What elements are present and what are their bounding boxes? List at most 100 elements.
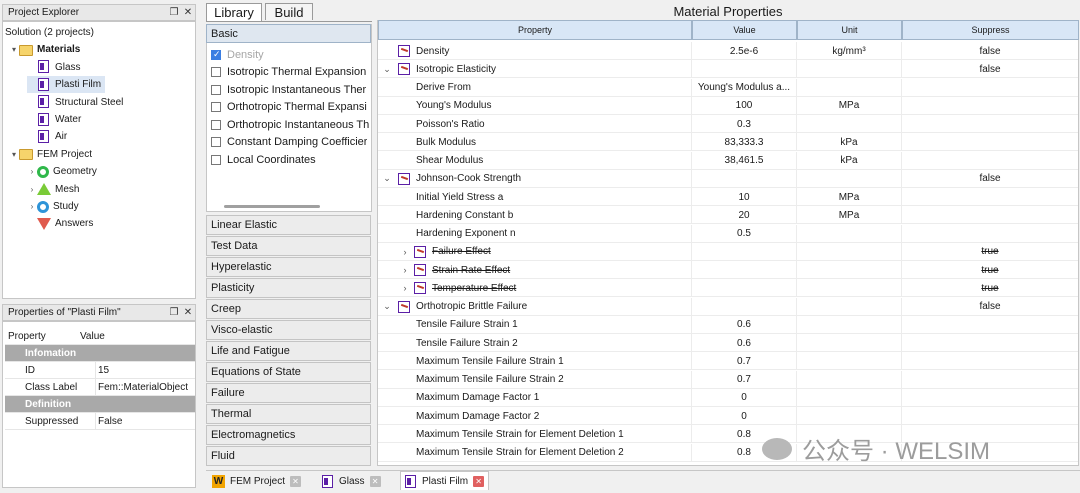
material-property-row[interactable]: Density 2.5e-6 kg/mm³ false <box>378 42 1078 60</box>
cell-value[interactable]: 0.6 <box>692 315 797 334</box>
cell-suppress[interactable] <box>902 188 1078 206</box>
cell-unit[interactable]: kPa <box>797 133 902 152</box>
col-header-suppress[interactable]: Suppress <box>902 20 1079 40</box>
property-row[interactable]: Class Label Fem::MaterialObject <box>5 379 195 396</box>
category-button[interactable]: Electromagnetics <box>206 425 371 445</box>
cell-unit[interactable] <box>797 60 902 79</box>
cell-value[interactable]: 0.3 <box>692 115 797 133</box>
cell-value[interactable]: Young's Modulus a... <box>692 78 797 97</box>
cell-unit[interactable]: MPa <box>797 188 902 206</box>
chevron-right-icon[interactable]: › <box>398 265 412 275</box>
material-property-row[interactable]: › Strain Rate Effect true <box>378 261 1078 279</box>
document-tab[interactable]: W FEM Project ✕ <box>212 472 302 490</box>
cell-value[interactable] <box>692 261 797 279</box>
checkbox-icon[interactable] <box>211 137 221 147</box>
cell-suppress[interactable] <box>902 225 1078 243</box>
cell-suppress[interactable] <box>902 79 1078 97</box>
cell-value[interactable]: 0 <box>692 388 797 407</box>
material-property-row[interactable]: Tensile Failure Strain 2 0.6 <box>378 334 1078 352</box>
chevron-right-icon[interactable]: › <box>398 247 412 257</box>
basic-property-checkbox[interactable]: Isotropic Thermal Expansion <box>211 64 366 81</box>
material-property-row[interactable]: Maximum Tensile Failure Strain 1 0.7 <box>378 352 1078 371</box>
tab-library[interactable]: Library <box>206 3 262 21</box>
basic-property-checkbox[interactable]: Orthotropic Instantaneous Th <box>211 116 369 133</box>
cell-unit[interactable]: MPa <box>797 206 902 225</box>
cell-suppress[interactable]: true <box>902 261 1078 279</box>
basic-property-checkbox[interactable]: Orthotropic Thermal Expansi <box>211 99 367 116</box>
tree-item[interactable]: ▾ Materials <box>9 41 80 58</box>
cell-value[interactable]: 0.7 <box>692 352 797 371</box>
material-property-row[interactable]: Maximum Damage Factor 1 0 <box>378 388 1078 407</box>
checkbox-checked-icon[interactable] <box>211 49 221 60</box>
cell-unit[interactable] <box>797 242 902 261</box>
cell-unit[interactable] <box>797 279 902 298</box>
cell-unit[interactable] <box>797 388 902 407</box>
cell-suppress[interactable] <box>902 115 1078 133</box>
cell-suppress[interactable]: false <box>902 170 1078 188</box>
cell-suppress[interactable] <box>902 97 1078 115</box>
cell-unit[interactable] <box>797 334 902 352</box>
cell-unit[interactable] <box>797 224 902 243</box>
cell-suppress[interactable]: false <box>902 60 1078 78</box>
cell-suppress[interactable] <box>902 152 1078 170</box>
cell-value[interactable]: 0.6 <box>692 334 797 352</box>
chevron-down-icon[interactable]: ⌄ <box>380 64 394 75</box>
category-button[interactable]: Thermal <box>206 404 371 424</box>
cell-suppress[interactable] <box>902 371 1078 389</box>
material-property-row[interactable]: Maximum Tensile Failure Strain 2 0.7 <box>378 370 1078 389</box>
checkbox-icon[interactable] <box>211 154 221 165</box>
category-button[interactable]: Failure <box>206 383 371 403</box>
chevron-down-icon[interactable]: ▾ <box>9 45 19 54</box>
tree-item[interactable]: ▾ FEM Project <box>9 146 92 163</box>
chevron-right-icon[interactable]: › <box>27 167 37 176</box>
material-property-row[interactable]: Shear Modulus 38,461.5 kPa <box>378 151 1078 170</box>
material-property-row[interactable]: › Temperature Effect true <box>378 279 1078 298</box>
col-header-property[interactable]: Property <box>378 20 692 40</box>
cell-unit[interactable] <box>797 169 902 188</box>
tree-item[interactable]: › Mesh <box>27 181 79 198</box>
cell-value[interactable]: 0 <box>692 407 797 425</box>
cell-value[interactable] <box>692 169 797 188</box>
material-property-row[interactable]: Poisson's Ratio 0.3 <box>378 115 1078 133</box>
cell-suppress[interactable]: true <box>902 243 1078 261</box>
category-button[interactable]: Fluid <box>206 446 371 466</box>
cell-unit[interactable]: MPa <box>797 96 902 115</box>
tree-item[interactable]: Structural Steel <box>27 94 123 111</box>
basic-property-checkbox[interactable]: Isotropic Instantaneous Ther <box>211 81 366 98</box>
basic-header[interactable]: Basic <box>206 24 371 43</box>
material-property-row[interactable]: ⌄ Isotropic Elasticity false <box>378 60 1078 79</box>
tree-item[interactable]: Plasti Film <box>27 76 106 94</box>
close-icon[interactable]: ✕ <box>369 475 381 487</box>
material-property-row[interactable]: Tensile Failure Strain 1 0.6 <box>378 315 1078 334</box>
chevron-down-icon[interactable]: ▾ <box>9 150 19 159</box>
cell-suppress[interactable] <box>902 389 1078 407</box>
basic-property-checkbox[interactable]: Local Coordinates <box>211 151 316 168</box>
chevron-right-icon[interactable]: › <box>27 202 37 211</box>
material-property-row[interactable]: Maximum Damage Factor 2 0 <box>378 407 1078 425</box>
material-property-row[interactable]: Derive From Young's Modulus a... <box>378 78 1078 97</box>
tree-item[interactable]: Answers <box>27 215 93 232</box>
tree-item[interactable]: Solution (2 projects) <box>5 24 94 41</box>
cell-value[interactable]: 0.5 <box>692 224 797 243</box>
tab-build[interactable]: Build <box>265 3 313 20</box>
checkbox-icon[interactable] <box>211 102 221 112</box>
cell-value[interactable]: 0.7 <box>692 370 797 389</box>
cell-value[interactable] <box>692 60 797 79</box>
cell-value[interactable]: 100 <box>692 96 797 115</box>
chevron-down-icon[interactable]: ⌄ <box>380 301 394 312</box>
close-icon[interactable]: ✕ <box>181 7 195 18</box>
tree-item[interactable]: Air <box>27 128 67 145</box>
category-button[interactable]: Visco-elastic <box>206 320 371 340</box>
cell-unit[interactable] <box>797 370 902 389</box>
material-property-row[interactable]: › Failure Effect true <box>378 242 1078 261</box>
material-property-row[interactable]: Hardening Constant b 20 MPa <box>378 206 1078 225</box>
tree-item[interactable]: › Geometry <box>27 163 97 180</box>
cell-value[interactable]: 38,461.5 <box>692 151 797 170</box>
property-row[interactable]: Suppressed False <box>5 413 195 430</box>
material-property-row[interactable]: Hardening Exponent n 0.5 <box>378 224 1078 243</box>
category-button[interactable]: Creep <box>206 299 371 319</box>
close-icon[interactable]: ✕ <box>290 475 302 487</box>
cell-unit[interactable] <box>797 352 902 371</box>
float-icon[interactable]: ❐ <box>167 307 181 318</box>
close-icon[interactable]: ✕ <box>181 307 195 318</box>
